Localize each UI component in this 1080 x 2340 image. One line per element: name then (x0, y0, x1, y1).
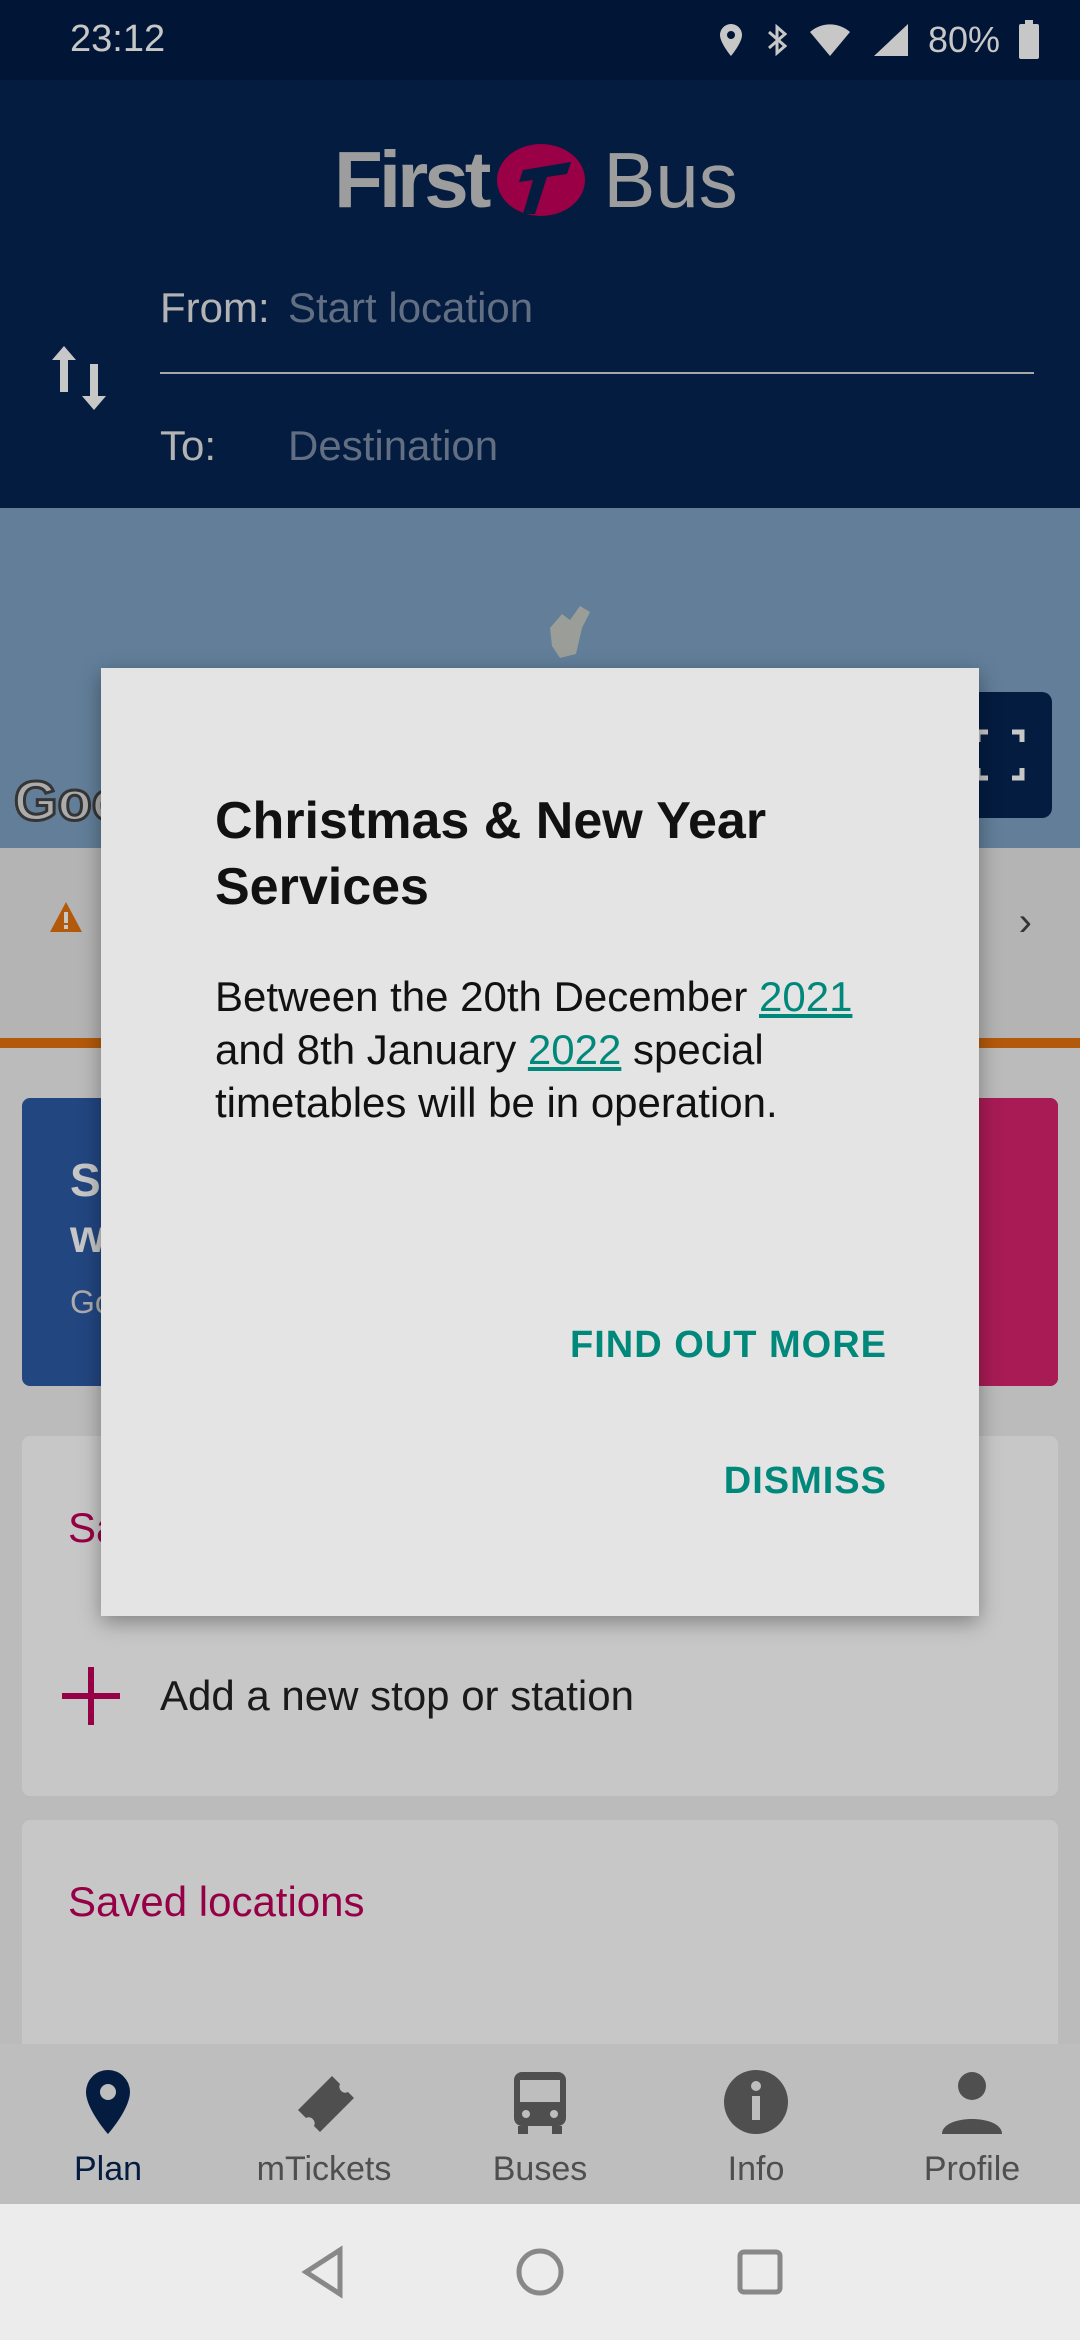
find-out-more-button[interactable]: FIND OUT MORE (570, 1324, 887, 1367)
back-icon[interactable] (296, 2244, 352, 2300)
home-icon[interactable] (512, 2244, 568, 2300)
announcement-dialog: Christmas & New Year Services Between th… (101, 668, 979, 1616)
year-link-2022[interactable]: 2022 (528, 1026, 621, 1073)
dialog-body: Between the 20th December 2021 and 8th J… (215, 973, 853, 1126)
dismiss-button[interactable]: DISMISS (724, 1460, 887, 1503)
system-nav-bar (0, 2204, 1080, 2340)
recents-icon[interactable] (732, 2244, 788, 2300)
dialog-title: Christmas & New Year Services (215, 792, 767, 916)
year-link-2021[interactable]: 2021 (759, 973, 852, 1020)
